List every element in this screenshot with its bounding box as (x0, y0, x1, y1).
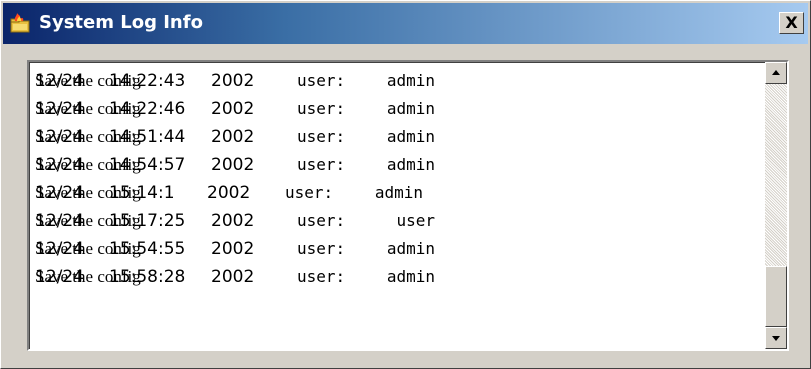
log-year: 2002 (211, 71, 255, 91)
log-username: admin (374, 183, 423, 202)
log-message: Save the config (35, 155, 141, 174)
log-user-label: user: (297, 211, 346, 230)
log-username: admin (386, 127, 435, 146)
log-username: admin (386, 239, 435, 258)
close-button[interactable]: X (779, 12, 804, 34)
log-row[interactable]: 12/24 14:54:57 2002 user: admin Save the conf… (35, 151, 755, 179)
system-log-window: System Log Info X 12/24 14:22:43 2002 user:… (0, 0, 811, 369)
log-user-label: user: (285, 183, 334, 202)
log-list: 12/24 14:22:43 2002 user: admin Save the conf… (35, 67, 755, 291)
window-title: System Log Info (39, 12, 203, 33)
scroll-up-arrow-icon (772, 70, 780, 75)
log-year: 2002 (211, 211, 255, 231)
log-row[interactable]: 12/24 15:54:55 2002 user: admin Save the conf… (35, 235, 755, 263)
log-year: 2002 (211, 127, 255, 147)
log-username: user (396, 211, 435, 230)
title-bar[interactable]: System Log Info X (3, 3, 808, 44)
log-username: admin (386, 155, 435, 174)
log-user-label: user: (297, 99, 346, 118)
log-user-label: user: (297, 155, 346, 174)
log-row[interactable]: 12/24 14:22:43 2002 user: admin Save the conf… (35, 67, 755, 95)
log-user-label: user: (297, 267, 346, 286)
scroll-thumb[interactable] (765, 266, 787, 327)
scroll-down-button[interactable] (765, 327, 787, 349)
log-year: 2002 (211, 267, 255, 287)
log-row[interactable]: 12/24 14:22:46 2002 user: admin Save the conf… (35, 95, 755, 123)
log-message: Save the config (35, 71, 141, 90)
log-username: admin (386, 71, 435, 90)
log-year: 2002 (207, 183, 251, 203)
log-message: Save the config (35, 183, 141, 202)
log-user-label: user: (297, 127, 346, 146)
log-message: Save the config (35, 99, 141, 118)
log-username: admin (386, 267, 435, 286)
log-row[interactable]: 12/24 15:17:25 2002 user: user Save the confi… (35, 207, 755, 235)
scroll-up-button[interactable] (765, 62, 787, 84)
log-year: 2002 (211, 99, 255, 119)
burning-folder-icon (10, 13, 30, 33)
log-list-box[interactable]: 12/24 14:22:43 2002 user: admin Save the conf… (27, 60, 789, 351)
log-row[interactable]: 12/24 15:58:28 2002 user: admin Save the conf… (35, 263, 755, 291)
log-message: Save the config (35, 127, 141, 146)
log-year: 2002 (211, 239, 255, 259)
scroll-down-arrow-icon (772, 336, 780, 341)
log-user-label: user: (297, 239, 346, 258)
log-row[interactable]: 12/24 14:51:44 2002 user: admin Save the conf… (35, 123, 755, 151)
log-year: 2002 (211, 155, 255, 175)
log-message: Save the config (35, 267, 141, 286)
log-user-label: user: (297, 71, 346, 90)
log-username: admin (386, 99, 435, 118)
log-row[interactable]: 12/24 15:14:1 2002 user: admin Save the confi… (35, 179, 755, 207)
log-message: Save the config (35, 239, 141, 258)
log-message: Save the config (35, 211, 141, 230)
vertical-scrollbar[interactable] (765, 62, 787, 349)
